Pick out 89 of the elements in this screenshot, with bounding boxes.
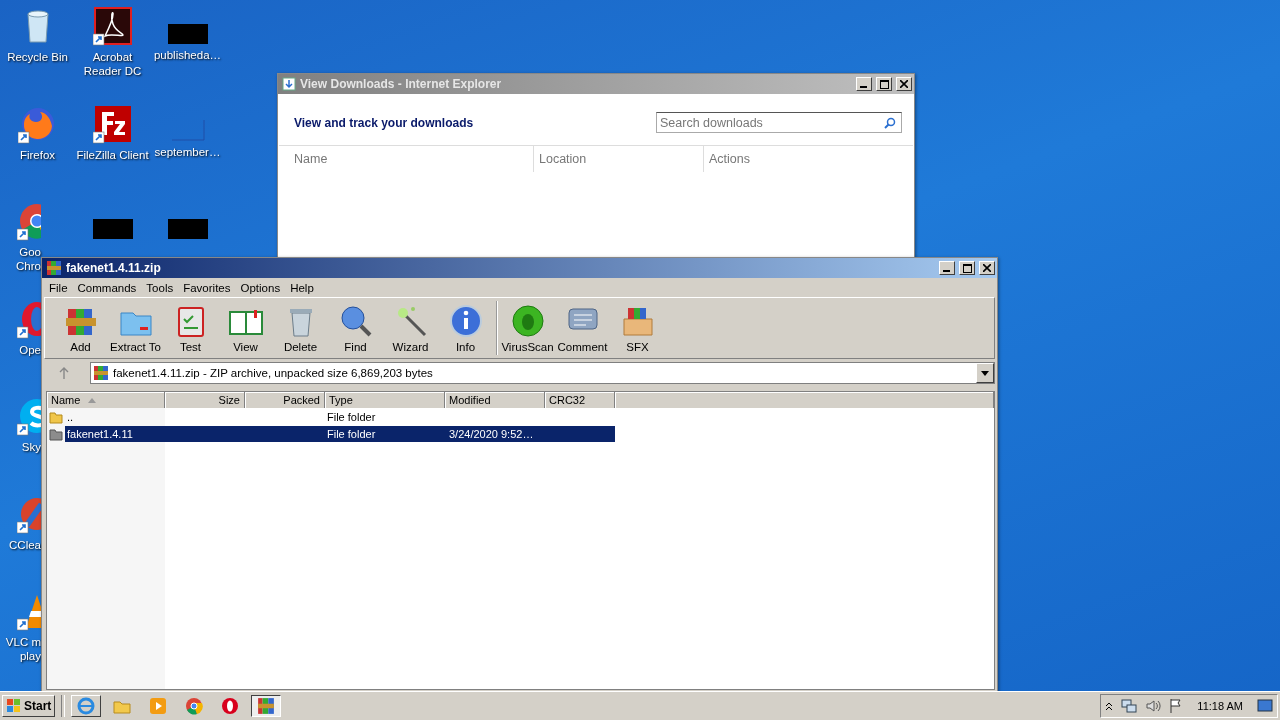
folder-icon [49,409,63,424]
toolbar-button[interactable]: Test [163,301,218,355]
column-header[interactable]: Size [165,392,245,408]
search-icon [884,117,896,129]
desktop-icon-label[interactable]: FileZilla Client [76,147,149,162]
menu-item[interactable]: Help [285,281,319,294]
desktop-icon-label[interactable]: Acrobat Reader DC [83,50,142,78]
blacked-out-icon [167,219,208,239]
books-icon [93,365,109,381]
close-icon [983,264,991,272]
flag-icon [1169,698,1184,714]
play-icon [148,696,169,716]
column-header[interactable]: Name [47,392,165,408]
chrome-ball-icon [184,696,205,716]
virusscan-icon [509,303,546,339]
page-heading: View and track your downloads [294,115,474,130]
o-logo-icon [220,696,241,716]
desktop-icon-label[interactable]: CClea [0,537,41,552]
toolbar-button[interactable]: VirusScan [500,301,555,355]
window-title: View Downloads - Internet Explorer [300,77,503,91]
toolbar-button[interactable]: Comment [555,301,610,355]
close-button[interactable] [979,261,995,275]
maximize-button[interactable] [876,77,892,91]
desktop-icon-label[interactable]: Goo Chro [0,245,41,273]
path-dropdown[interactable]: fakenet1.4.11.zip - ZIP archive, unpacked size 6,869,203 bytes [90,362,995,384]
desktop-icon-label[interactable]: september… [154,144,221,159]
file-row[interactable]: fakenet1.4.11 File folder 3/24/2020 9:52… [65,425,615,442]
show-desktop-icon[interactable] [1257,699,1273,713]
toolbar-button[interactable]: View [218,301,273,355]
desktop-icon-label[interactable]: Sky [0,440,41,454]
fz-logo-icon [92,103,133,144]
minimize-button[interactable] [939,261,955,275]
menu-item[interactable]: Tools [141,281,179,294]
file-name: fakenet1.4.11 [66,427,134,440]
desktop-icon-label[interactable]: VLC m play [0,635,41,663]
e-logo-icon [76,696,97,716]
file-type: File folder [326,410,377,423]
column-header[interactable]: CRC32 [545,392,615,408]
download-arrow-icon [282,77,296,91]
file-type: File folder [326,427,377,440]
menu-item[interactable]: Options [235,281,286,294]
minimize-button[interactable] [856,77,872,91]
column-header[interactable]: Actions [703,146,913,172]
file-row[interactable]: .. File folder [65,408,615,425]
close-icon [900,80,908,88]
blacked-out-icon [167,24,208,44]
maximize-button[interactable] [959,261,975,275]
desktop-icon-label[interactable]: Firefox [19,147,56,162]
pdf-swirl-icon [92,6,133,46]
taskbar-button[interactable] [251,695,282,717]
books-icon [257,697,276,715]
window-title: fakenet1.4.11.zip [66,261,162,275]
desktop-icon-label[interactable]: publisheda… [153,48,222,62]
toolbar-button[interactable]: SFX [610,301,665,355]
column-header[interactable]: Packed [245,392,325,408]
clock: 11:18 AM [1196,700,1244,712]
close-button[interactable] [896,77,912,91]
toolbar-button[interactable]: Wizard [383,301,438,355]
column-header[interactable]: Type [325,392,445,408]
toolbar-button[interactable]: Find [328,301,383,355]
toolbar-button[interactable]: Info [438,301,493,355]
menu-item[interactable]: File [44,281,73,294]
speaker-icon [1145,698,1162,714]
toolbar-button[interactable]: Delete [273,301,328,355]
books-icon [46,260,62,276]
maximize-icon [879,79,889,89]
blacked-out-icon [92,219,133,239]
menu-item[interactable]: Commands [72,281,142,294]
maximize-icon [962,263,972,273]
search-field[interactable]: Search downloads [656,112,902,133]
column-header[interactable]: Modified [445,392,545,408]
windows-flag-icon [6,698,22,714]
desktop-icon-label[interactable]: Ope [0,342,41,357]
file-name: .. [66,410,75,423]
sort-arrow-icon [88,397,97,403]
folder-icon [49,426,63,441]
start-button[interactable]: Start [2,695,56,717]
modified-date: 3/24/2020 9:52… [448,427,535,440]
dropdown-arrow-icon [981,370,989,376]
network-icon [1121,698,1138,714]
chevron-up-icon [1105,701,1114,711]
desktop-icon-label[interactable]: Recycle Bin [7,50,68,64]
info-icon [447,303,484,339]
column-header[interactable]: Location [533,146,703,172]
up-arrow-icon [59,367,69,379]
menu-item[interactable]: Favorites [178,281,236,294]
column-header[interactable]: Name [279,146,533,172]
toolbar-button[interactable]: Add [53,301,108,355]
toolbar-button[interactable]: Extract To [108,301,163,355]
